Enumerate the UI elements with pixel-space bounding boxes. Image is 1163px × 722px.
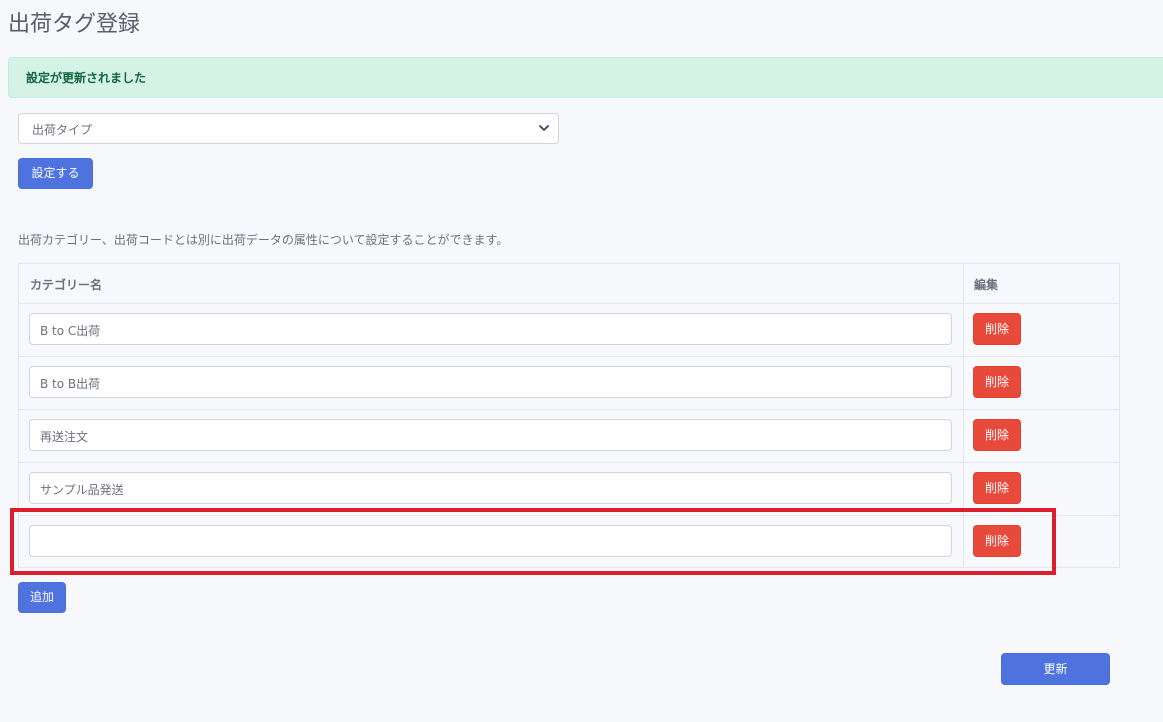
column-header-category-name: カテゴリー名 <box>30 278 103 292</box>
table-row: サンプル品発送 削除 <box>19 462 1119 516</box>
table-row: 再送注文 削除 <box>19 409 1119 463</box>
success-alert: 設定が更新されました <box>8 57 1163 98</box>
category-name-input[interactable]: B to C出荷 <box>29 313 952 345</box>
category-name-input[interactable] <box>29 525 952 557</box>
category-table: カテゴリー名 編集 B to C出荷 削除 B to B出荷 削除 再送注文 削… <box>18 263 1120 568</box>
page-title: 出荷タグ登録 <box>8 12 141 37</box>
update-button[interactable]: 更新 <box>1001 653 1110 685</box>
delete-button[interactable]: 削除 <box>973 525 1021 557</box>
shipping-type-select[interactable]: 出荷タイプ <box>18 113 559 144</box>
chevron-down-icon <box>539 125 549 131</box>
delete-button[interactable]: 削除 <box>973 366 1021 398</box>
table-row: B to C出荷 削除 <box>19 303 1119 357</box>
add-button[interactable]: 追加 <box>18 582 66 613</box>
delete-button[interactable]: 削除 <box>973 313 1021 345</box>
delete-button[interactable]: 削除 <box>973 472 1021 504</box>
column-header-edit: 編集 <box>974 278 999 292</box>
table-row: 削除 <box>19 515 1119 568</box>
alert-message: 設定が更新されました <box>26 71 147 85</box>
table-row: B to B出荷 削除 <box>19 356 1119 410</box>
set-button[interactable]: 設定する <box>18 158 93 189</box>
category-name-input[interactable]: サンプル品発送 <box>29 472 952 504</box>
delete-button[interactable]: 削除 <box>973 419 1021 451</box>
select-value: 出荷タイプ <box>32 123 93 137</box>
description-text: 出荷カテゴリー、出荷コードとは別に出荷データの属性について設定することができます… <box>18 233 509 247</box>
category-name-input[interactable]: B to B出荷 <box>29 366 952 398</box>
table-header: カテゴリー名 編集 <box>19 264 1119 304</box>
category-name-input[interactable]: 再送注文 <box>29 419 952 451</box>
